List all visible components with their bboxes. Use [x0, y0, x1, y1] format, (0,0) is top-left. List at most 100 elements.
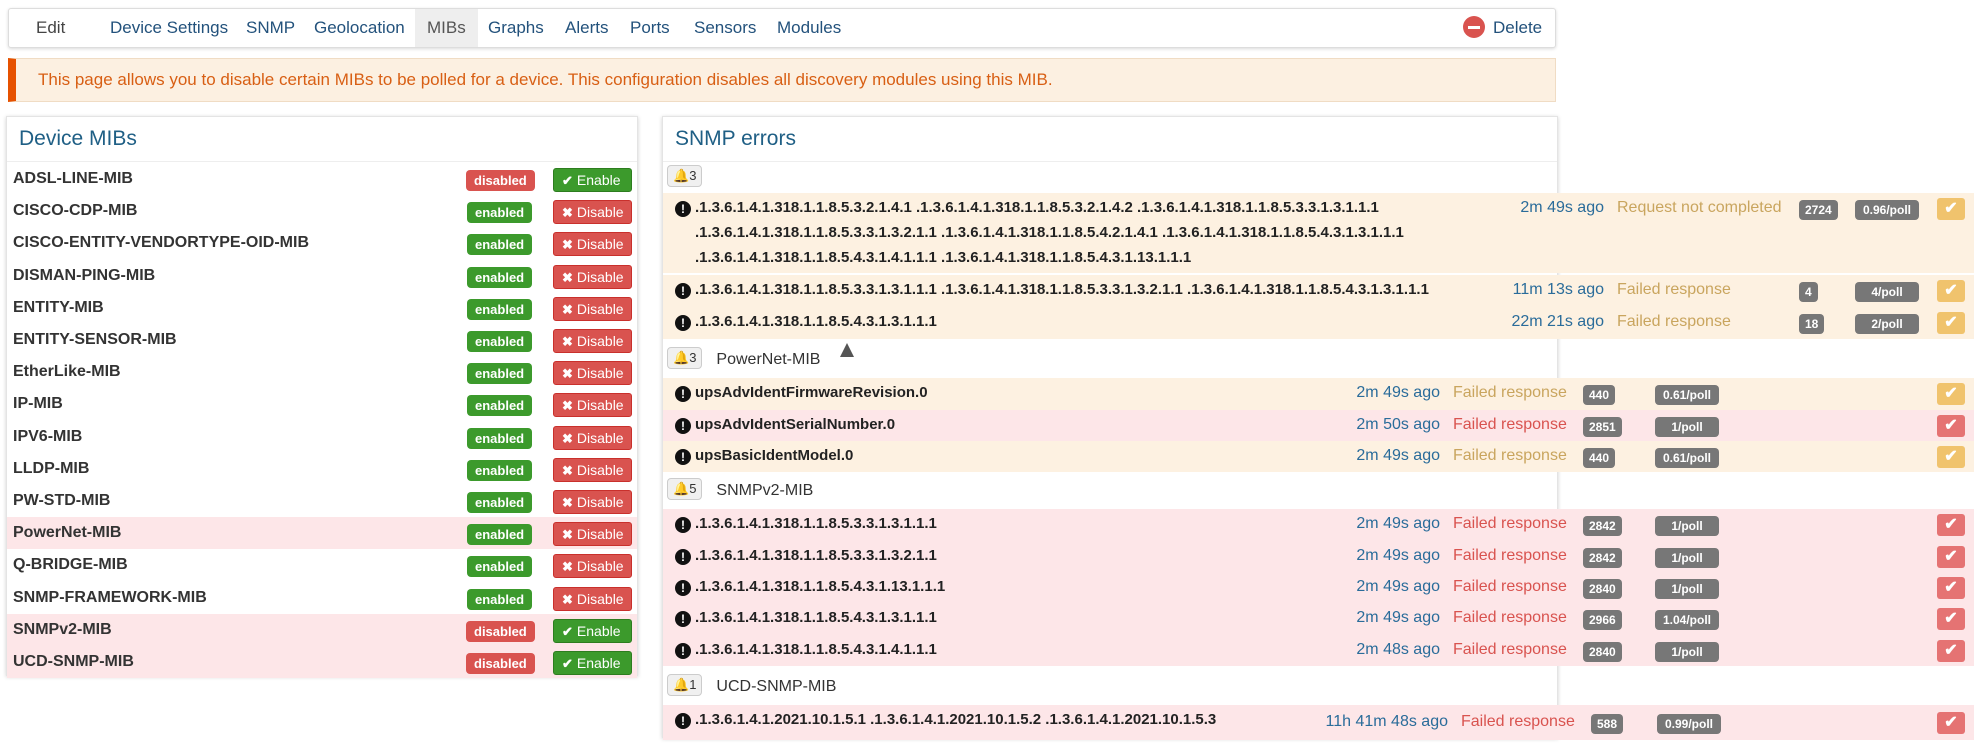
- snmp-error-row: ! .1.3.6.1.4.1.318.1.1.8.5.3.3.1.3.1.1.1 …: [663, 275, 1974, 307]
- mib-group-name: UCD-SNMP-MIB: [716, 678, 837, 695]
- error-rate-badge: 4/poll: [1855, 282, 1919, 302]
- error-oid: .1.3.6.1.4.1.2021.10.1.5.1 .1.3.6.1.4.1.…: [695, 707, 1216, 732]
- acknowledge-button[interactable]: ✔: [1937, 576, 1965, 599]
- mib-row: LLDP-MIB enabled ✖ Disable: [7, 453, 637, 485]
- error-time: 22m 21s ago: [1511, 313, 1604, 330]
- exclamation-circle-icon: !: [675, 549, 691, 565]
- mib-row: ENTITY-SENSOR-MIB enabled ✖ Disable: [7, 324, 637, 356]
- error-time: 2m 49s ago: [1356, 609, 1440, 626]
- times-icon: ✖: [562, 237, 573, 253]
- button-label: Disable: [576, 333, 624, 349]
- check-icon: ✔: [562, 173, 573, 188]
- mib-row: IP-MIB enabled ✖ Disable: [7, 388, 637, 420]
- acknowledge-button[interactable]: ✔: [1937, 445, 1965, 468]
- alert-count: 3: [689, 167, 697, 183]
- mib-name: UCD-SNMP-MIB: [13, 653, 134, 670]
- acknowledge-button[interactable]: ✔: [1937, 280, 1965, 302]
- acknowledge-button[interactable]: ✔: [1937, 514, 1965, 536]
- exclamation-circle-icon: !: [675, 643, 691, 659]
- tab-edit[interactable]: Edit: [24, 9, 77, 47]
- mib-status-badge: enabled: [467, 202, 533, 224]
- mib-row: PowerNet-MIB enabled ✖ Disable: [7, 517, 637, 550]
- mib-status-badge: disabled: [466, 653, 535, 674]
- minus-circle-icon: [1463, 15, 1485, 38]
- acknowledge-button[interactable]: ✔: [1937, 608, 1965, 630]
- delete-button[interactable]: Delete: [1451, 9, 1554, 47]
- acknowledge-button[interactable]: ✔: [1937, 312, 1965, 334]
- mib-name: CISCO-ENTITY-VENDORTYPE-OID-MIB: [13, 234, 310, 252]
- tab-geolocation[interactable]: Geolocation: [302, 9, 417, 47]
- tab-graphs[interactable]: Graphs: [476, 9, 556, 47]
- bell-icon: 🔔: [673, 349, 690, 365]
- error-oid: upsAdvIdentFirmwareRevision.0: [695, 380, 928, 405]
- mib-status-badge: enabled: [467, 588, 533, 610]
- disable-button[interactable]: ✖ Disable: [553, 393, 632, 418]
- acknowledge-button[interactable]: ✔: [1937, 711, 1965, 734]
- mib-name: SNMP-FRAMEWORK-MIB: [13, 588, 207, 606]
- disable-button[interactable]: ✖ Disable: [553, 490, 632, 514]
- tab-ports[interactable]: Ports: [618, 9, 682, 47]
- times-icon: ✖: [562, 527, 573, 543]
- mib-group-header: 🔔1 UCD-SNMP-MIB: [667, 673, 836, 701]
- disable-button[interactable]: ✖ Disable: [553, 522, 632, 547]
- bell-icon: 🔔: [673, 167, 690, 183]
- tab-mibs[interactable]: MIBs: [415, 9, 478, 47]
- mib-row: SNMPv2-MIB disabled ✔ Enable: [7, 613, 637, 646]
- disable-button[interactable]: ✖ Disable: [553, 329, 632, 353]
- mib-name: PW-STD-MIB: [13, 492, 111, 509]
- error-status: Failed response: [1453, 577, 1567, 595]
- error-oid: .1.3.6.1.4.1.318.1.1.8.5.3.3.1.3.2.1.1: [695, 543, 937, 568]
- acknowledge-button[interactable]: ✔: [1937, 198, 1965, 220]
- error-oid: .1.3.6.1.4.1.318.1.1.8.5.4.3.1.3.1.1.1: [695, 605, 937, 630]
- error-oid: upsAdvIdentSerialNumber.0: [695, 412, 895, 437]
- disable-button[interactable]: ✖ Disable: [553, 425, 632, 450]
- snmp-error-row: ! .1.3.6.1.4.1.318.1.1.8.5.3.2.1.4.1 .1.3…: [663, 193, 1974, 273]
- mib-status-badge: enabled: [467, 363, 533, 385]
- error-oid-line: upsAdvIdentFirmwareRevision.0: [695, 384, 928, 401]
- alert-count-badge: 🔔3: [667, 164, 703, 187]
- enable-button[interactable]: ✔ Enable: [553, 651, 632, 675]
- times-icon: ✖: [562, 301, 573, 317]
- error-rate-badge: 1/poll: [1655, 578, 1719, 599]
- error-oid-line: .1.3.6.1.4.1.318.1.1.8.5.4.3.1.4.1.1.1 .…: [695, 249, 1192, 266]
- disable-button[interactable]: ✖ Disable: [553, 554, 632, 579]
- enable-button[interactable]: ✔ Enable: [553, 168, 632, 192]
- times-icon: ✖: [562, 462, 573, 478]
- tab-device-settings[interactable]: Device Settings: [98, 9, 240, 47]
- disable-button[interactable]: ✖ Disable: [553, 232, 632, 257]
- mib-name: ADSL-LINE-MIB: [13, 170, 133, 187]
- check-icon: ✔: [1944, 610, 1958, 627]
- enable-button[interactable]: ✔ Enable: [553, 618, 632, 643]
- acknowledge-button[interactable]: ✔: [1937, 383, 1965, 405]
- button-label: Disable: [576, 590, 624, 607]
- error-status: Failed response: [1453, 384, 1567, 401]
- snmp-error-row: ! .1.3.6.1.4.1.318.1.1.8.5.3.3.1.3.1.1.1 2…: [663, 509, 1974, 541]
- acknowledge-button[interactable]: ✔: [1937, 545, 1965, 568]
- error-count-badge: 2840: [1583, 641, 1622, 662]
- error-rate-badge: 0.61/poll: [1655, 385, 1719, 405]
- snmp-error-row: ! upsAdvIdentSerialNumber.0 2m 50s ago Fail…: [663, 410, 1974, 441]
- alert-count-badge: 🔔1: [667, 673, 703, 696]
- tab-snmp[interactable]: SNMP: [234, 9, 307, 47]
- disable-button[interactable]: ✖ Disable: [553, 361, 632, 386]
- bell-icon: 🔔: [673, 676, 690, 692]
- disable-button[interactable]: ✖ Disable: [553, 586, 632, 611]
- error-oid-line: upsAdvIdentSerialNumber.0: [695, 416, 896, 433]
- disable-button[interactable]: ✖ Disable: [553, 457, 632, 482]
- acknowledge-button[interactable]: ✔: [1937, 639, 1965, 662]
- snmp-errors-title: SNMP errors: [663, 117, 1557, 162]
- times-icon: ✖: [562, 366, 573, 382]
- mib-status-badge: enabled: [467, 395, 533, 417]
- error-oid-line: .1.3.6.1.4.1.318.1.1.8.5.3.3.1.3.2.1.1 .…: [695, 224, 1404, 241]
- disable-button[interactable]: ✖ Disable: [553, 264, 632, 289]
- tab-alerts[interactable]: Alerts: [553, 9, 620, 47]
- exclamation-circle-icon: !: [675, 517, 691, 533]
- disable-button[interactable]: ✖ Disable: [553, 200, 632, 225]
- check-icon: ✔: [1944, 641, 1958, 659]
- disable-button[interactable]: ✖ Disable: [553, 296, 632, 321]
- tab-modules[interactable]: Modules: [765, 9, 853, 47]
- snmp-error-row: ! upsAdvIdentFirmwareRevision.0 2m 49s ago…: [663, 378, 1974, 410]
- acknowledge-button[interactable]: ✔: [1937, 414, 1965, 437]
- tab-sensors[interactable]: Sensors: [682, 9, 768, 47]
- error-rate-badge: 0.61/poll: [1655, 447, 1719, 468]
